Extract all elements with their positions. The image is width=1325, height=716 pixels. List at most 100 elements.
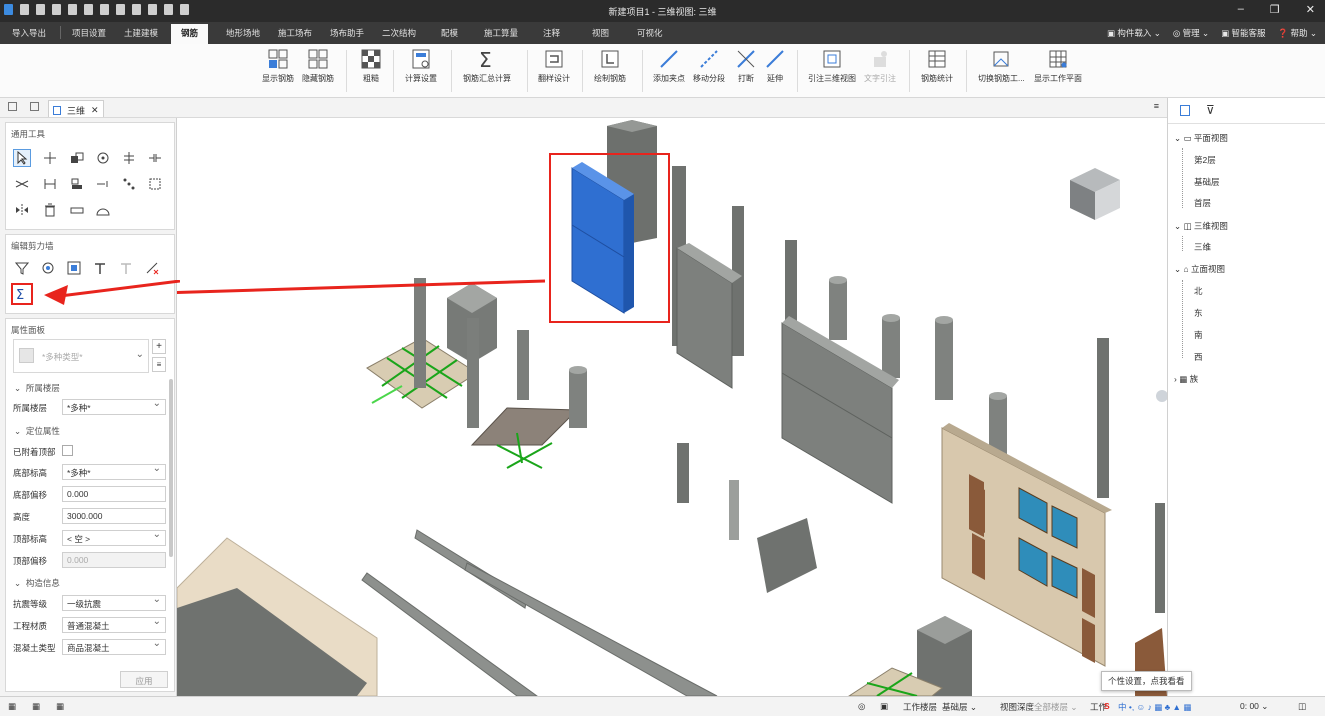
ime-toolbar-icon[interactable]: 中 •, ☺ ♪ ▦ ♣ ▲ ▦ bbox=[1118, 701, 1191, 713]
tree-family[interactable]: › ▦ 族 bbox=[1174, 373, 1198, 385]
delete-tool-icon[interactable] bbox=[41, 201, 59, 219]
tab-view[interactable]: 视图 bbox=[592, 27, 609, 39]
measure-tool-icon[interactable] bbox=[41, 175, 59, 193]
prop-top-offset-input[interactable]: 0.000 bbox=[62, 552, 166, 568]
filter-tool-icon[interactable] bbox=[13, 259, 31, 277]
edit-type-icon[interactable]: ≡ bbox=[152, 357, 166, 372]
view-cube-icon[interactable] bbox=[1070, 168, 1120, 220]
zoom-fit-icon[interactable]: ◎ bbox=[858, 701, 865, 712]
group-tool-icon[interactable] bbox=[146, 175, 164, 193]
prop-bottom-offset-input[interactable]: 0.000 bbox=[62, 486, 166, 502]
apply-button[interactable]: 应用 bbox=[120, 671, 168, 688]
save-as-icon[interactable] bbox=[68, 4, 77, 15]
rebar-stats-button[interactable]: 钢筋统计 bbox=[921, 48, 953, 84]
group-position-header[interactable]: ⌄ 定位属性 bbox=[14, 425, 60, 437]
group-floor-header[interactable]: ⌄ 所属楼层 bbox=[14, 382, 60, 394]
filter-icon[interactable]: ⊽ bbox=[1206, 103, 1215, 117]
prop-concrete-select[interactable]: 商品混凝土 bbox=[62, 638, 166, 655]
prop-bottom-elev-select[interactable]: *多种* bbox=[62, 463, 166, 480]
calc-settings-button[interactable]: 计算设置 bbox=[405, 48, 437, 84]
add-type-icon[interactable]: + bbox=[152, 339, 166, 354]
wall-rebar-disabled-icon[interactable] bbox=[117, 259, 135, 277]
wall-clear-icon[interactable] bbox=[143, 259, 161, 277]
type-selector[interactable]: *多种类型* ⌄ bbox=[13, 339, 149, 373]
attached-top-checkbox[interactable] bbox=[62, 445, 73, 456]
restore-button[interactable]: ❐ bbox=[1270, 3, 1280, 16]
draw-rebar-button[interactable]: 绘制钢筋 bbox=[594, 48, 626, 84]
cut-icon[interactable] bbox=[148, 4, 157, 15]
manage-menu[interactable]: ◎ 管理 ⌄ bbox=[1173, 27, 1209, 39]
layout-design-button[interactable]: 翻样设计 bbox=[538, 48, 570, 84]
move-segment-button[interactable]: 移动分段 bbox=[693, 48, 725, 84]
tree-south[interactable]: 南 bbox=[1194, 329, 1203, 341]
scale-tool-icon[interactable] bbox=[120, 175, 138, 193]
coarse-button[interactable]: 粗糙 bbox=[360, 48, 382, 84]
view-depth-select[interactable]: 全部楼层 ⌄ bbox=[1034, 701, 1078, 713]
component-load-menu[interactable]: ▣ 构件载入 ⌄ bbox=[1107, 27, 1161, 39]
tab-import-export[interactable]: 导入导出 bbox=[12, 27, 46, 39]
ruler-tool-icon[interactable] bbox=[68, 201, 86, 219]
beam-group[interactable] bbox=[361, 529, 718, 696]
close-button[interactable]: ✕ bbox=[1306, 3, 1315, 16]
wall-layout-icon[interactable] bbox=[65, 259, 83, 277]
export-icon[interactable] bbox=[84, 4, 93, 15]
prop-height-input[interactable]: 3000.000 bbox=[62, 508, 166, 524]
undo-icon[interactable] bbox=[100, 4, 109, 15]
move-tool-icon[interactable] bbox=[41, 149, 59, 167]
add-point-button[interactable]: 添加夹点 bbox=[653, 48, 685, 84]
layout-3-icon[interactable]: ▦ bbox=[56, 701, 64, 712]
status-cube-icon[interactable]: ◫ bbox=[1298, 701, 1306, 712]
offset-tool-icon[interactable] bbox=[146, 149, 164, 167]
layout-2-icon[interactable]: ▦ bbox=[32, 701, 40, 712]
tile-view-icon[interactable] bbox=[30, 102, 39, 111]
tab-list-icon[interactable]: ≡ bbox=[1154, 101, 1159, 111]
panel-toggle-icon[interactable] bbox=[8, 102, 17, 111]
slab-with-rebar-center[interactable] bbox=[470, 407, 579, 469]
extend-button[interactable]: 延伸 bbox=[764, 48, 786, 84]
tab-rebar[interactable]: 钢筋 bbox=[171, 24, 209, 44]
prop-floor-select[interactable]: *多种* bbox=[62, 398, 166, 415]
tree-east[interactable]: 东 bbox=[1194, 307, 1203, 319]
3d-viewport[interactable] bbox=[177, 118, 1167, 696]
trim-tool-icon[interactable] bbox=[13, 175, 31, 193]
prop-seismic-select[interactable]: 一级抗震 bbox=[62, 594, 166, 611]
mirror-tool-icon[interactable] bbox=[13, 201, 31, 219]
tab-visualization[interactable]: 可视化 bbox=[637, 27, 663, 39]
copy-icon[interactable] bbox=[132, 4, 141, 15]
tree-plan-views[interactable]: ⌄ ▭ 平面视图 bbox=[1174, 132, 1228, 144]
select-tool-icon[interactable] bbox=[13, 149, 31, 167]
tree-foundation[interactable]: 基础层 bbox=[1194, 176, 1220, 188]
text-ref-button[interactable]: 文字引注 bbox=[864, 48, 896, 84]
copy-tool-icon[interactable] bbox=[68, 149, 86, 167]
tab-terrain[interactable]: 地形场地 bbox=[226, 27, 260, 39]
tab-project-settings[interactable]: 项目设置 bbox=[72, 27, 106, 39]
prop-top-elev-select[interactable]: < 空 > bbox=[62, 529, 166, 546]
tree-3d-view[interactable]: 三维 bbox=[1194, 241, 1211, 253]
smart-service-button[interactable]: ▣ 智能客服 bbox=[1221, 27, 1265, 39]
wall-segment-large[interactable] bbox=[781, 316, 899, 504]
switch-rebar-button[interactable]: 切换钢筋工... bbox=[978, 48, 1025, 84]
layout-1-icon[interactable]: ▦ bbox=[8, 701, 16, 712]
help-menu[interactable]: ❓ 帮助 ⌄ bbox=[1278, 27, 1317, 39]
ime-logo-icon[interactable]: S bbox=[1104, 701, 1110, 711]
tab-layout-assistant[interactable]: 场布助手 bbox=[330, 27, 364, 39]
split-tool-icon[interactable] bbox=[94, 175, 112, 193]
tree-floor1[interactable]: 首层 bbox=[1194, 197, 1211, 209]
tree-elevation-views[interactable]: ⌄ ⌂ 立面视图 bbox=[1174, 263, 1225, 275]
properties-scrollbar[interactable] bbox=[169, 379, 173, 557]
tab-site-layout[interactable]: 施工场布 bbox=[278, 27, 312, 39]
save-icon[interactable] bbox=[52, 4, 61, 15]
redo-icon[interactable] bbox=[116, 4, 125, 15]
prop-material-select[interactable]: 普通混凝土 bbox=[62, 616, 166, 633]
array-tool-icon[interactable] bbox=[68, 175, 86, 193]
minimize-button[interactable]: – bbox=[1238, 3, 1244, 16]
snap-icon[interactable]: ▣ bbox=[880, 701, 888, 712]
tab-construction-quantity[interactable]: 施工算量 bbox=[484, 27, 518, 39]
tree-west[interactable]: 西 bbox=[1194, 351, 1203, 363]
tree-floor2[interactable]: 第2层 bbox=[1194, 154, 1216, 166]
angle-tool-icon[interactable] bbox=[94, 201, 112, 219]
tab-formwork[interactable]: 配模 bbox=[441, 27, 458, 39]
rotate-tool-icon[interactable] bbox=[94, 149, 112, 167]
hide-rebar-button[interactable]: 隐藏钢筋 bbox=[302, 48, 334, 84]
rebar-summary-sigma-icon[interactable]: Σ bbox=[11, 283, 33, 305]
